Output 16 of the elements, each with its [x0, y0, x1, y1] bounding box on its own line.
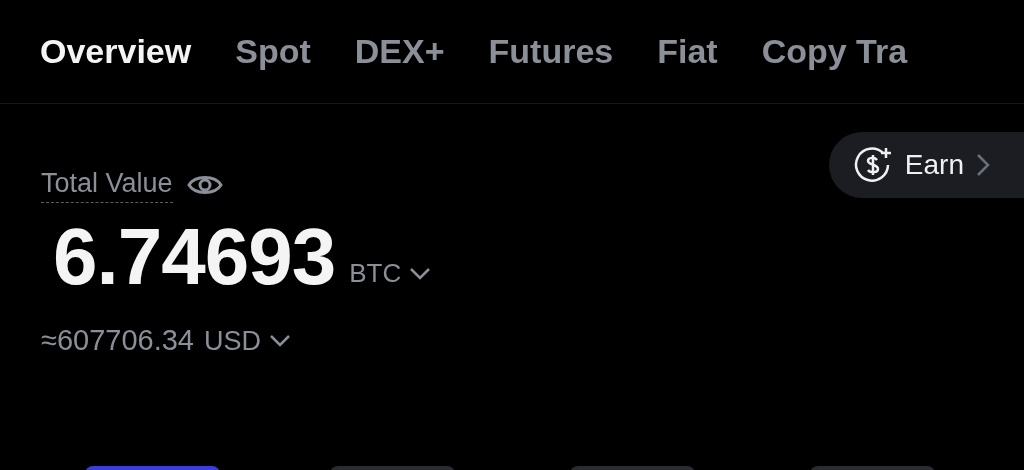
total-value-label: Total Value	[41, 166, 173, 203]
balance-amount: 6.74693	[53, 217, 336, 297]
tab[interactable]: DEX+	[354, 26, 445, 77]
currency-selector[interactable]: BTC	[349, 254, 432, 293]
fiat-currency-selector[interactable]: USD	[204, 320, 292, 361]
tab[interactable]: Fiat	[657, 26, 718, 77]
earn-button[interactable]: Earn	[828, 132, 1024, 198]
tab[interactable]: Copy Tra	[761, 26, 908, 77]
chevron-down-icon	[269, 333, 292, 348]
tab[interactable]: Spot	[235, 26, 311, 77]
tab[interactable]: Futures	[488, 26, 614, 77]
dollar-plus-icon	[852, 145, 893, 185]
chevron-right-icon	[976, 153, 990, 177]
tab[interactable]: Overview	[40, 26, 192, 77]
fiat-value: ≈607706.34	[41, 323, 194, 358]
chevron-down-icon	[409, 266, 432, 281]
